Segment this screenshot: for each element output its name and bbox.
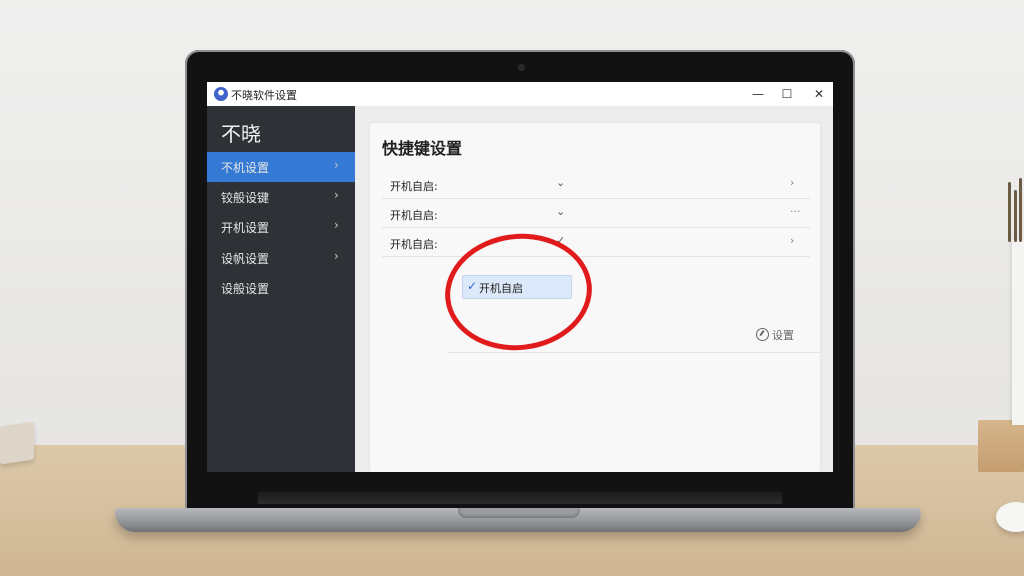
- pen-holder-prop: [1006, 172, 1024, 242]
- window-title: 不晓软件设置: [231, 89, 297, 102]
- laptop-notch: [458, 508, 580, 518]
- book-prop: [0, 421, 34, 465]
- sidebar-item-2[interactable]: 铰般设键 ›: [207, 182, 355, 212]
- close-icon[interactable]: ✕: [810, 85, 828, 103]
- minimize-icon[interactable]: —: [749, 85, 767, 103]
- webcam: [518, 64, 525, 71]
- wooden-stand-prop: [978, 420, 1024, 472]
- settings-link-label: 设置: [772, 329, 794, 342]
- chevron-down-icon[interactable]: ⌄: [556, 205, 565, 218]
- setting-label: 开机自启:: [390, 238, 438, 251]
- setting-label: 开机自启:: [390, 180, 438, 193]
- setting-row[interactable]: 开机自启: ⌄ ›: [382, 171, 810, 199]
- settings-card: 快捷键设置 开机自启: ⌄ › 开机自启: ⌄ ··· 开机自启: ✓ › ✓ …: [370, 123, 820, 472]
- brand-title: 不晓: [221, 122, 261, 146]
- laptop-hinge: [258, 492, 782, 504]
- sidebar-item-label: 设般设置: [221, 282, 270, 296]
- chevron-right-icon: ›: [334, 218, 339, 232]
- sidebar-item-1[interactable]: 不机设置 ›: [207, 152, 355, 182]
- app-icon: [214, 87, 228, 101]
- titlebar: 不晓软件设置 — ☐ ✕: [207, 82, 833, 106]
- chevron-right-icon: ›: [334, 188, 339, 202]
- main-content: 快捷键设置 开机自启: ⌄ › 开机自启: ⌄ ··· 开机自启: ✓ › ✓ …: [355, 106, 833, 472]
- sidebar: 不晓 不机设置 › 铰般设键 › 开机设置 › 设帆设置 › 设般设置: [207, 106, 355, 472]
- chevron-down-icon[interactable]: ⌄: [556, 176, 565, 189]
- chevron-right-icon[interactable]: ›: [790, 176, 794, 189]
- more-icon[interactable]: ···: [790, 205, 801, 218]
- setting-row[interactable]: 开机自启: ⌄ ···: [382, 200, 810, 228]
- sidebar-item-label: 不机设置: [221, 161, 270, 175]
- chevron-right-icon[interactable]: ›: [790, 234, 794, 247]
- sidebar-item-5[interactable]: 设般设置: [207, 273, 355, 303]
- white-panel-prop: [1012, 240, 1024, 425]
- divider: [448, 352, 820, 353]
- section-title: 快捷键设置: [382, 139, 463, 158]
- chevron-right-icon: ›: [334, 158, 339, 172]
- gear-icon: [756, 328, 769, 341]
- sidebar-item-3[interactable]: 开机设置 ›: [207, 212, 355, 242]
- chevron-right-icon: ›: [334, 249, 339, 263]
- sidebar-item-label: 设帆设置: [221, 252, 270, 266]
- sidebar-item-4[interactable]: 设帆设置 ›: [207, 243, 355, 273]
- sidebar-item-label: 开机设置: [221, 221, 270, 235]
- sidebar-item-label: 铰般设键: [221, 191, 270, 205]
- maximize-icon[interactable]: ☐: [778, 85, 796, 103]
- setting-row[interactable]: 开机自启: ✓ ›: [382, 229, 810, 257]
- setting-label: 开机自启:: [390, 209, 438, 222]
